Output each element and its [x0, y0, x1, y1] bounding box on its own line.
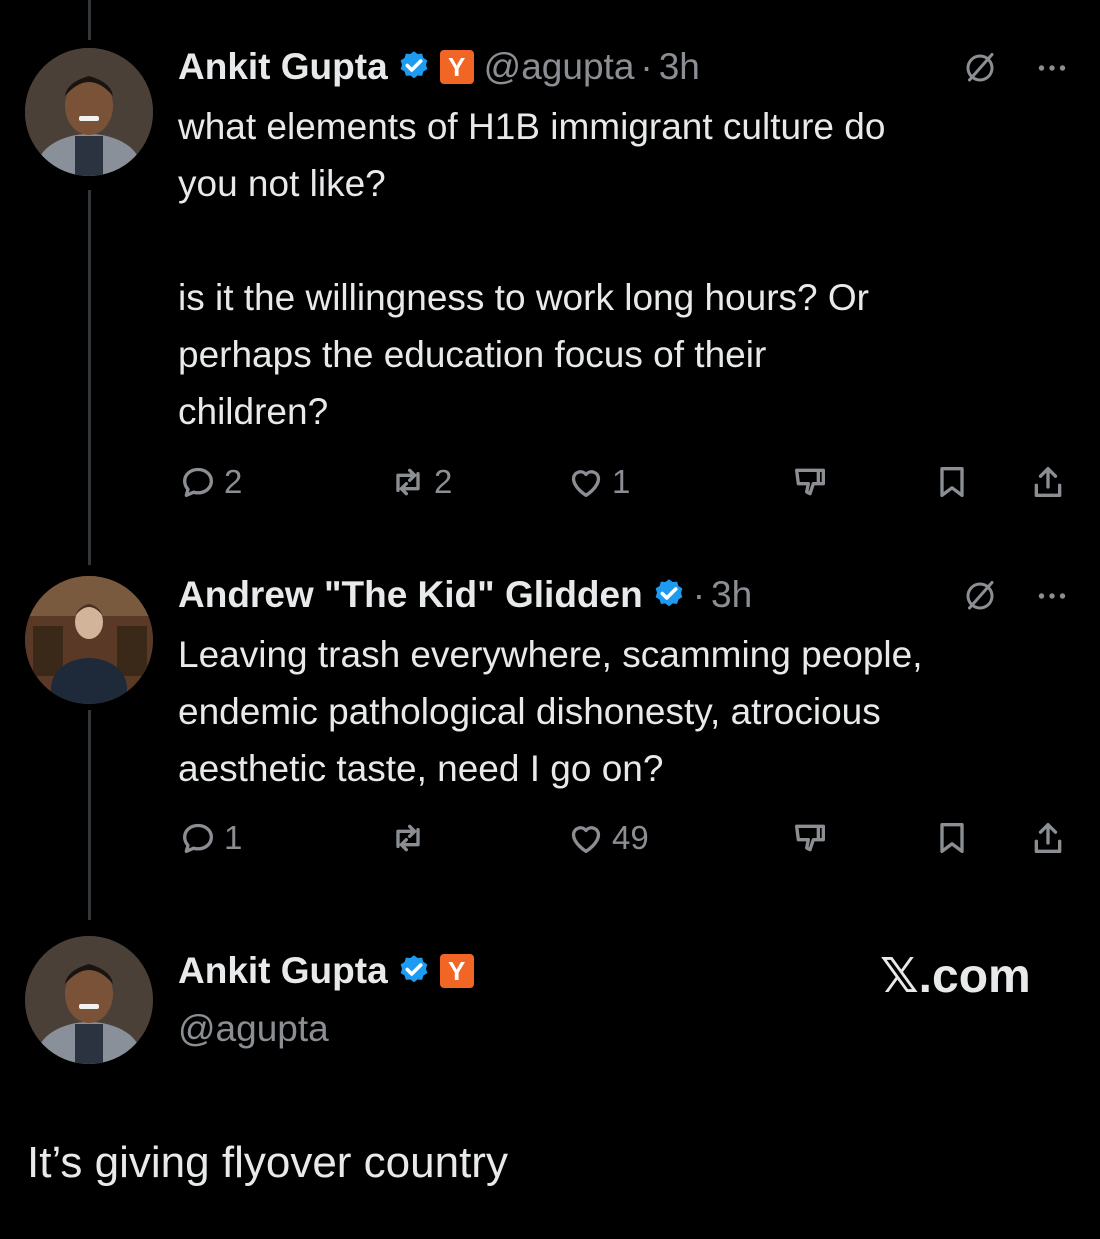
tweet-header-actions: [962, 50, 1070, 86]
repost-button[interactable]: 2: [388, 462, 452, 502]
reply-text: It’s giving flyover country: [27, 1138, 508, 1187]
bookmark-button[interactable]: [932, 462, 978, 502]
repost-button[interactable]: [388, 818, 434, 858]
thread-line-lower: [88, 710, 91, 920]
dislike-button[interactable]: [790, 818, 836, 858]
bookmark-icon: [940, 823, 964, 853]
separator-dot: ·: [692, 574, 706, 615]
verified-icon: [400, 51, 428, 79]
share-icon: [1034, 823, 1062, 853]
like-icon: [571, 470, 601, 497]
tweet-actions: 1 49: [178, 818, 1070, 862]
reply-button[interactable]: 1: [178, 818, 242, 858]
dislike-button[interactable]: [790, 462, 836, 502]
more-icon[interactable]: [1034, 50, 1070, 86]
like-icon: [571, 826, 601, 853]
author-name[interactable]: Ankit Gupta: [178, 46, 388, 88]
thread-line-mid: [88, 190, 91, 565]
tweet-text: what elements of H1B immigrant culture d…: [178, 106, 886, 432]
verified-icon: [655, 579, 683, 607]
avatar-ankit[interactable]: [25, 48, 153, 176]
tweet-actions: 2 2 1: [178, 462, 1070, 506]
thread-line-top: [88, 0, 91, 40]
timestamp[interactable]: 3h: [659, 46, 700, 88]
timestamp[interactable]: 3h: [711, 574, 752, 616]
like-count: 1: [612, 463, 631, 500]
separator-dot: ·: [640, 46, 653, 87]
grok-icon[interactable]: [962, 578, 998, 614]
dislike-icon: [795, 824, 825, 852]
share-button[interactable]: [1028, 818, 1074, 858]
author-handle[interactable]: @agupta: [484, 46, 635, 88]
author-name[interactable]: Ankit Gupta: [178, 950, 388, 992]
like-button[interactable]: 1: [566, 462, 630, 502]
reply-button[interactable]: 2: [178, 462, 242, 502]
yc-badge: Y: [439, 50, 474, 84]
author-handle[interactable]: @agupta: [178, 1008, 329, 1050]
avatar-andrew[interactable]: [25, 576, 153, 704]
bookmark-icon: [940, 467, 964, 497]
tweet-header: Andrew "The Kid" Glidden · 3h: [178, 570, 752, 620]
repost-count: 2: [434, 463, 453, 500]
reply-icon: [183, 467, 213, 497]
reply-count: 1: [224, 819, 243, 856]
tweet-text: Leaving trash everywhere, scamming peopl…: [178, 634, 923, 789]
reply-icon: [183, 823, 213, 853]
tweet-header-actions: [962, 578, 1070, 614]
author-name[interactable]: Andrew "The Kid" Glidden: [178, 574, 643, 616]
dislike-icon: [795, 468, 825, 496]
reply-header: Ankit Gupta Y: [178, 946, 474, 996]
reply-handle-row: @agupta: [178, 1004, 329, 1054]
tweet-header: Ankit Gupta Y @agupta · 3h: [178, 42, 700, 92]
yc-badge: Y: [439, 954, 474, 988]
repost-icon: [396, 824, 420, 852]
grok-icon[interactable]: [962, 50, 998, 86]
bookmark-button[interactable]: [932, 818, 978, 858]
avatar-ankit-reply[interactable]: [25, 936, 153, 1064]
share-icon: [1034, 467, 1062, 497]
repost-icon: [396, 468, 420, 496]
x-logo: 𝕏.com: [880, 950, 1031, 1003]
like-button[interactable]: 49: [566, 818, 649, 858]
verified-icon: [400, 955, 428, 983]
like-count: 49: [612, 819, 649, 856]
more-icon[interactable]: [1034, 578, 1070, 614]
share-button[interactable]: [1028, 462, 1074, 502]
reply-count: 2: [224, 463, 243, 500]
